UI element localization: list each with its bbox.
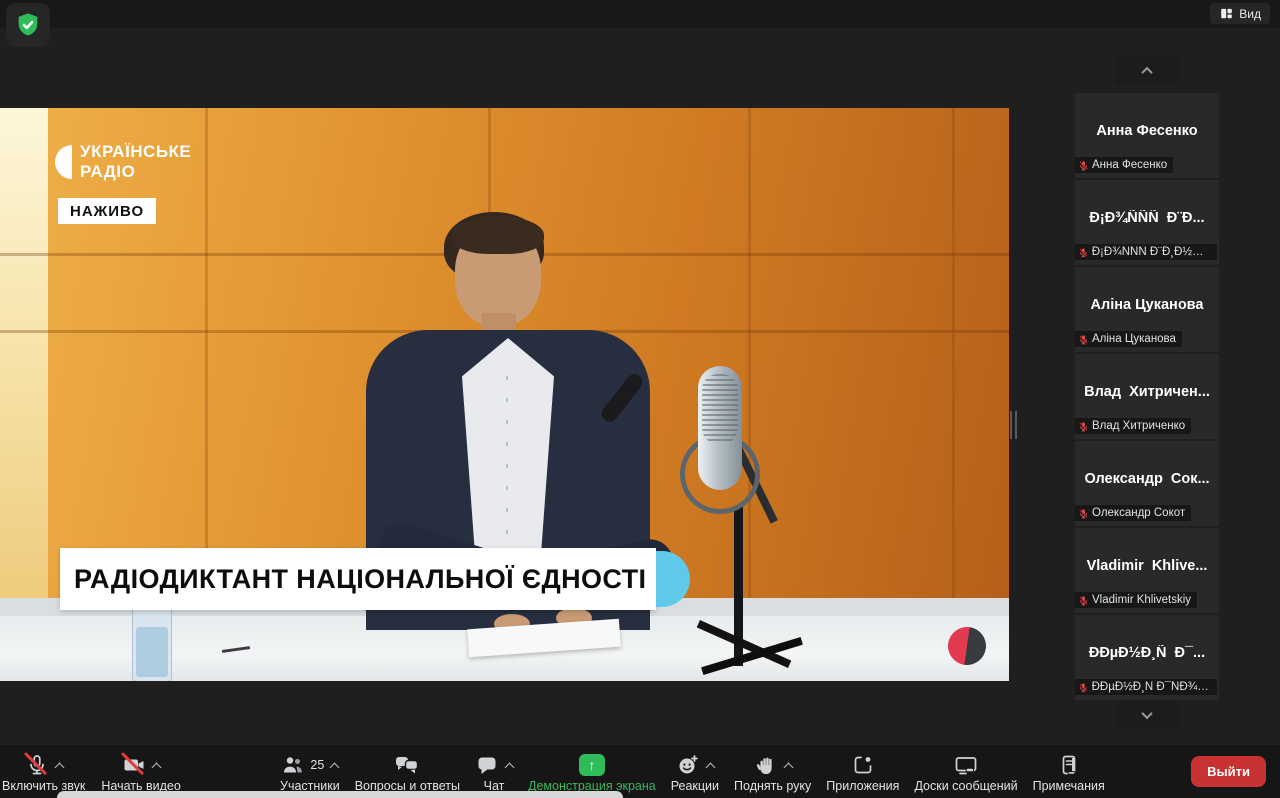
grid-view-icon [1221, 8, 1233, 19]
participant-name: Анна Фесенко [1096, 123, 1198, 139]
start-video-button[interactable]: Начать видео [101, 745, 181, 793]
participant-name-label: Vladimir Khlivetskiy [1075, 592, 1198, 608]
presenter-fringe [452, 216, 544, 254]
participant-tile[interactable]: Аліна Цуканова Аліна Цуканова [1075, 267, 1219, 352]
chevron-down-icon [1141, 707, 1153, 720]
participant-name-label: Олександр Сокот [1075, 505, 1192, 521]
reactions-button[interactable]: Реакции [671, 745, 719, 793]
apps-label: Приложения [826, 779, 900, 793]
wall-seam [748, 108, 751, 598]
raise-hand-button[interactable]: Поднять руку [734, 745, 811, 793]
station-logo: УКРАЇНСЬКЕ РАДІО [55, 142, 191, 182]
mic-muted-icon [1079, 334, 1088, 344]
station-logo-mark [55, 145, 72, 179]
chat-button[interactable]: Чат [475, 745, 515, 793]
share-screen-icon: ↑ [578, 754, 605, 776]
share-screen-button[interactable]: ↑ Демонстрация экрана [528, 745, 656, 793]
wall-seam [205, 108, 208, 598]
shirt-buttons [506, 376, 508, 556]
reactions-label: Реакции [670, 779, 720, 793]
whiteboards-label: Доски сообщений [914, 779, 1018, 793]
whiteboard-icon [955, 757, 977, 775]
raise-hand-icon [756, 757, 772, 775]
reactions-icon [679, 755, 698, 774]
live-badge: НАЖИВО [58, 198, 157, 224]
qa-button[interactable]: Вопросы и ответы [355, 745, 460, 793]
station-logo-line1: УКРАЇНСЬКЕ [80, 142, 192, 161]
participant-tile[interactable]: Đ¡Đ¾ÑÑÑ Đ¨Đ... Đ¡Đ¾ÑÑÑ Đ¨Đ¸Đ½Đ°... [1075, 180, 1219, 265]
main-speaker-video[interactable]: УКРАЇНСЬКЕ РАДІО НАЖИВО РАДІОДИКТАНТ НАЦ… [0, 108, 1009, 681]
mic-muted-icon [1079, 683, 1088, 692]
chevron-up-icon [1141, 66, 1153, 79]
mic-muted-icon [1079, 508, 1088, 518]
participant-tile[interactable]: Vladimir Khlive... Vladimir Khlivetskiy [1075, 528, 1219, 613]
lower-third-banner: РАДІОДИКТАНТ НАЦІОНАЛЬНОЇ ЄДНОСТІ [60, 548, 656, 610]
reactions-caret[interactable] [705, 762, 716, 773]
water [136, 627, 168, 677]
participant-tile[interactable]: Анна Фесенко Анна Фесенко [1075, 93, 1219, 178]
participant-tile[interactable]: Влад Хитричен... Влад Хитриченко [1075, 354, 1219, 439]
notes-icon [1062, 755, 1076, 775]
apps-button[interactable]: Приложения [826, 745, 899, 793]
participants-filmstrip: Анна Фесенко Анна Фесенко Đ¡Đ¾ÑÑÑ Đ¨Đ...… [1075, 93, 1219, 700]
chat-caret[interactable] [504, 762, 515, 773]
mic-muted-icon [1079, 595, 1088, 605]
mic-muted-icon [1079, 247, 1088, 257]
whiteboards-button[interactable]: Доски сообщений [914, 745, 1018, 793]
participant-name-label: Đ¡Đ¾ÑÑÑ Đ¨Đ¸Đ½Đ°... [1075, 244, 1217, 260]
qa-icon [396, 757, 419, 774]
apps-icon [854, 756, 872, 774]
video-options-caret[interactable] [151, 762, 162, 773]
participant-name: Vladimir Khlive... [1086, 558, 1208, 574]
participant-name-label: Влад Хитриченко [1075, 418, 1192, 434]
station-logo-line2: РАДІО [80, 162, 136, 181]
wall-seam [952, 108, 955, 598]
participant-name-label: ĐĐµĐ½Đ¸Ñ Đ¯ÑĐ¾Ñ... [1075, 679, 1217, 695]
security-shield-button[interactable] [6, 3, 50, 47]
top-bar: Вид [0, 0, 1280, 47]
participant-name: Влад Хитричен... [1084, 384, 1210, 400]
banner-text: РАДІОДИКТАНТ НАЦІОНАЛЬНОЇ ЄДНОСТІ [74, 563, 647, 594]
leave-button[interactable]: Выйти [1191, 756, 1266, 787]
participants-icon [284, 757, 303, 773]
mic-muted-icon [1079, 160, 1088, 170]
filmstrip-scroll-up-button[interactable] [1115, 57, 1179, 85]
filmstrip-scroll-down-button[interactable] [1115, 701, 1179, 729]
participant-name-label: Анна Фесенко [1075, 157, 1174, 173]
participant-name: Đ¡Đ¾ÑÑÑ Đ¨Đ... [1089, 210, 1205, 226]
raise-hand-label: Поднять руку [734, 779, 812, 793]
mic-grille [702, 374, 738, 444]
window-light [0, 108, 48, 600]
view-button[interactable]: Вид [1210, 3, 1270, 24]
presenter-shirt [462, 338, 554, 578]
participants-button[interactable]: 25 Участники [280, 745, 340, 793]
participant-tile[interactable]: ĐĐµĐ½Đ¸Ñ Đ¯... ĐĐµĐ½Đ¸Ñ Đ¯ÑĐ¾Ñ... [1075, 615, 1219, 700]
notes-button[interactable]: Примечания [1033, 745, 1105, 793]
participant-tile[interactable]: Олександр Сок... Олександр Сокот [1075, 441, 1219, 526]
notes-label: Примечания [1032, 779, 1105, 793]
view-button-label: Вид [1239, 6, 1261, 21]
participant-name-label: Аліна Цуканова [1075, 331, 1182, 347]
taskbar-peek[interactable] [57, 791, 623, 798]
participants-count: 25 [310, 758, 325, 772]
audio-options-caret[interactable] [54, 762, 65, 773]
unmute-button[interactable]: Включить звук [2, 745, 85, 793]
chat-icon [478, 757, 496, 774]
shield-check-icon [18, 13, 38, 36]
participants-caret[interactable] [329, 762, 340, 773]
mic-muted-icon [1079, 421, 1088, 431]
participant-name: Аліна Цуканова [1090, 297, 1204, 313]
participant-name: Олександр Сок... [1084, 471, 1210, 487]
raise-hand-caret[interactable] [783, 762, 794, 773]
panel-resize-handle[interactable] [1010, 411, 1018, 439]
participant-name: ĐĐµĐ½Đ¸Ñ Đ¯... [1088, 645, 1206, 661]
